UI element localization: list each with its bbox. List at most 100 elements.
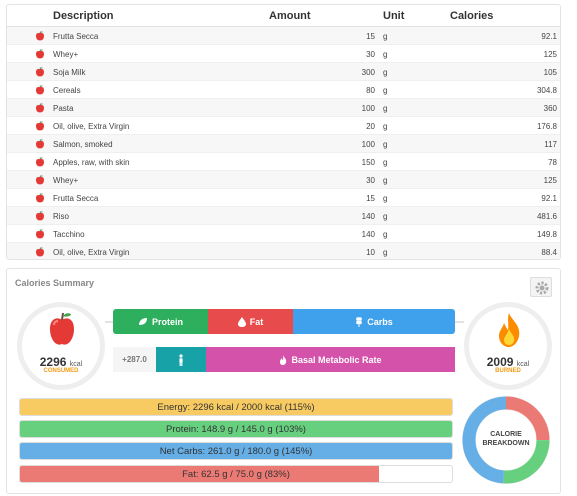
- bmr-bar: +287.0 Basal Metabolic Rate: [113, 347, 455, 372]
- row-amount: 100: [361, 104, 375, 113]
- row-amount: 30: [366, 176, 375, 185]
- apple-icon: [36, 139, 44, 149]
- protein-progress-bar: Protein: 148.9 g / 145.0 g (103%): [19, 420, 453, 438]
- macro-fat-segment[interactable]: Fat: [208, 309, 293, 334]
- breakdown-line1: CALORIE: [490, 431, 522, 438]
- row-unit: g: [383, 122, 388, 131]
- row-unit: g: [383, 194, 388, 203]
- flame-icon: [280, 354, 287, 365]
- apple-icon: [36, 247, 44, 257]
- summary-title: Calories Summary: [15, 278, 95, 288]
- row-amount: 15: [366, 194, 375, 203]
- row-description: Whey+: [53, 176, 79, 185]
- row-description: Oil, olive, Extra Virgin: [53, 248, 130, 257]
- table-row[interactable]: Salmon, smoked 100 g 117: [7, 135, 560, 153]
- protein-progress-text: Protein: 148.9 g / 145.0 g (103%): [166, 424, 306, 435]
- row-calories: 125: [543, 50, 557, 59]
- apple-icon: [50, 312, 74, 345]
- consumed-label: CONSUMED: [43, 368, 79, 374]
- row-description: Pasta: [53, 104, 74, 113]
- table-row[interactable]: Whey+ 30 g 125: [7, 171, 560, 189]
- apple-icon: [36, 67, 44, 77]
- table-row[interactable]: Whey+ 30 g 125: [7, 45, 560, 63]
- table-row[interactable]: Pasta 100 g 360: [7, 99, 560, 117]
- row-amount: 10: [366, 248, 375, 257]
- table-row[interactable]: Cereals 80 g 304.8: [7, 81, 560, 99]
- row-calories: 92.1: [541, 32, 557, 41]
- fat-progress-bar: Fat: 62.5 g / 75.0 g (83%): [19, 465, 453, 483]
- table-row[interactable]: Riso 140 g 481.6: [7, 207, 560, 225]
- burned-label: BURNED: [495, 368, 521, 374]
- activity-segment[interactable]: [156, 347, 206, 372]
- consumed-circle: 2296 kcal CONSUMED: [17, 302, 105, 390]
- apple-icon: [36, 103, 44, 113]
- gear-icon: [535, 281, 549, 295]
- macro-carbs-segment[interactable]: Carbs: [293, 309, 455, 334]
- row-calories: 149.8: [536, 230, 557, 239]
- row-unit: g: [383, 32, 388, 41]
- apple-icon: [36, 157, 44, 167]
- calorie-breakdown-label: CALORIE BREAKDOWN: [460, 430, 552, 448]
- row-amount: 15: [366, 32, 375, 41]
- settings-button[interactable]: [530, 277, 552, 297]
- row-description: Soja Milk: [53, 68, 86, 77]
- breakdown-line2: BREAKDOWN: [482, 440, 530, 447]
- row-amount: 140: [361, 230, 375, 239]
- row-unit: g: [383, 230, 388, 239]
- header-calories[interactable]: Calories: [450, 10, 493, 22]
- apple-icon: [36, 49, 44, 59]
- consumed-value: 2296 kcal: [39, 355, 83, 369]
- row-amount: 20: [366, 122, 375, 131]
- row-description: Apples, raw, with skin: [53, 158, 130, 167]
- table-row[interactable]: Frutta Secca 15 g 92.1: [7, 27, 560, 45]
- apple-icon: [36, 85, 44, 95]
- macro-bar: Protein Fat Carbs: [113, 309, 455, 334]
- table-row[interactable]: Oil, olive, Extra Virgin 20 g 176.8: [7, 117, 560, 135]
- carbs-progress-text: Net Carbs: 261.0 g / 180.0 g (145%): [159, 446, 313, 457]
- table-row[interactable]: Soja Milk 300 g 105: [7, 63, 560, 81]
- row-description: Frutta Secca: [53, 194, 99, 203]
- row-amount: 80: [366, 86, 375, 95]
- macro-fat-label: Fat: [249, 316, 264, 327]
- apple-icon: [36, 121, 44, 131]
- table-row[interactable]: Oil, olive, Extra Virgin 10 g 88.4: [7, 243, 560, 259]
- row-calories: 78: [548, 158, 557, 167]
- apple-icon: [36, 211, 44, 221]
- carbs-progress-bar: Net Carbs: 261.0 g / 180.0 g (145%): [19, 442, 453, 460]
- row-calories: 117: [544, 140, 557, 149]
- row-unit: g: [383, 248, 388, 257]
- table-header: Description Amount Unit Calories: [7, 5, 560, 27]
- macro-protein-label: Protein: [151, 316, 183, 327]
- header-description[interactable]: Description: [53, 10, 114, 22]
- header-unit[interactable]: Unit: [383, 10, 404, 22]
- connector-right: [454, 321, 464, 323]
- header-amount[interactable]: Amount: [269, 10, 311, 22]
- table-row[interactable]: Tacchino 140 g 149.8: [7, 225, 560, 243]
- fat-progress-text: Fat: 62.5 g / 75.0 g (83%): [182, 469, 290, 480]
- drop-icon: [237, 316, 246, 327]
- row-calories: 92.1: [541, 194, 557, 203]
- row-description: Riso: [53, 212, 70, 221]
- leaf-icon: [138, 318, 147, 325]
- row-calories: 360: [543, 104, 557, 113]
- bmr-extra-value: +287.0: [113, 347, 156, 372]
- bmr-label: Basal Metabolic Rate: [291, 354, 382, 365]
- row-unit: g: [383, 176, 388, 185]
- row-amount: 300: [361, 68, 375, 77]
- wheat-icon: [356, 317, 363, 327]
- energy-progress-text: Energy: 2296 kcal / 2000 kcal (115%): [157, 402, 315, 413]
- table-row[interactable]: Apples, raw, with skin 150 g 78: [7, 153, 560, 171]
- row-unit: g: [383, 140, 388, 149]
- row-calories: 481.6: [536, 212, 557, 221]
- row-calories: 304.8: [536, 86, 557, 95]
- calories-summary-panel: Calories Summary 2296 kcal CONSUMED 2009…: [6, 268, 561, 494]
- row-calories: 125: [543, 176, 557, 185]
- macro-carbs-label: Carbs: [367, 316, 393, 327]
- row-description: Tacchino: [53, 230, 85, 239]
- bmr-segment[interactable]: Basal Metabolic Rate: [206, 347, 455, 372]
- macro-protein-segment[interactable]: Protein: [113, 309, 208, 334]
- table-row[interactable]: Frutta Secca 15 g 92.1: [7, 189, 560, 207]
- row-description: Whey+: [53, 50, 79, 59]
- row-calories: 105: [543, 68, 557, 77]
- row-description: Cereals: [53, 86, 81, 95]
